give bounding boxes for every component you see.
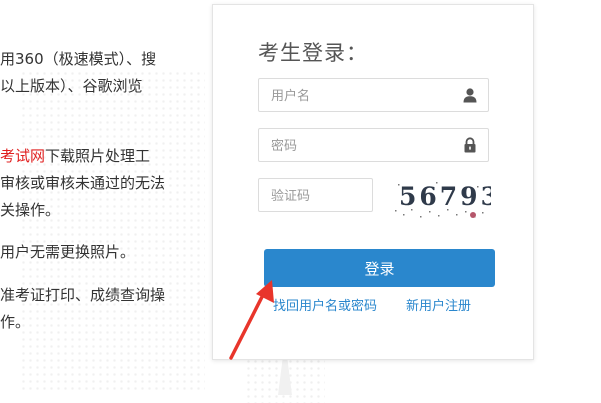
note-line-5: 关操作。 — [0, 201, 61, 219]
map-watermark — [20, 70, 205, 390]
note-line-1: 用360（极速模式）、搜 — [0, 50, 157, 68]
forgot-credentials-link[interactable]: 找回用户名或密码 — [273, 295, 377, 314]
note-line-7: 准考证打印、成绩查询操 — [0, 286, 166, 304]
note-line-8: 作。 — [0, 313, 31, 331]
password-input[interactable] — [269, 129, 453, 163]
login-button[interactable]: 登录 — [264, 249, 495, 287]
note-line-3: 考试网下载照片处理工 — [0, 143, 150, 170]
user-icon — [463, 88, 477, 103]
captcha-field — [258, 178, 373, 213]
username-input[interactable] — [269, 79, 453, 113]
captcha-text: 56793 — [399, 182, 491, 211]
note-line-2: 以上版本）、谷歌浏览 — [0, 77, 143, 95]
note-line-3-text: 下载照片处理工 — [45, 147, 151, 165]
captcha-input[interactable] — [269, 179, 368, 213]
note-line-6: 用户无需更换照片。 — [0, 243, 136, 261]
username-field — [258, 78, 489, 113]
note-line-4: 审核或审核未通过的无法 — [0, 174, 166, 192]
register-link[interactable]: 新用户注册 — [406, 295, 471, 314]
captcha-image[interactable]: 56793 — [389, 178, 491, 223]
annotation-arrow — [229, 280, 274, 360]
lock-icon — [464, 137, 476, 153]
site-name-link[interactable]: 考试网 — [0, 147, 45, 165]
password-field — [258, 128, 489, 163]
login-title: 考生登录： — [258, 41, 368, 65]
